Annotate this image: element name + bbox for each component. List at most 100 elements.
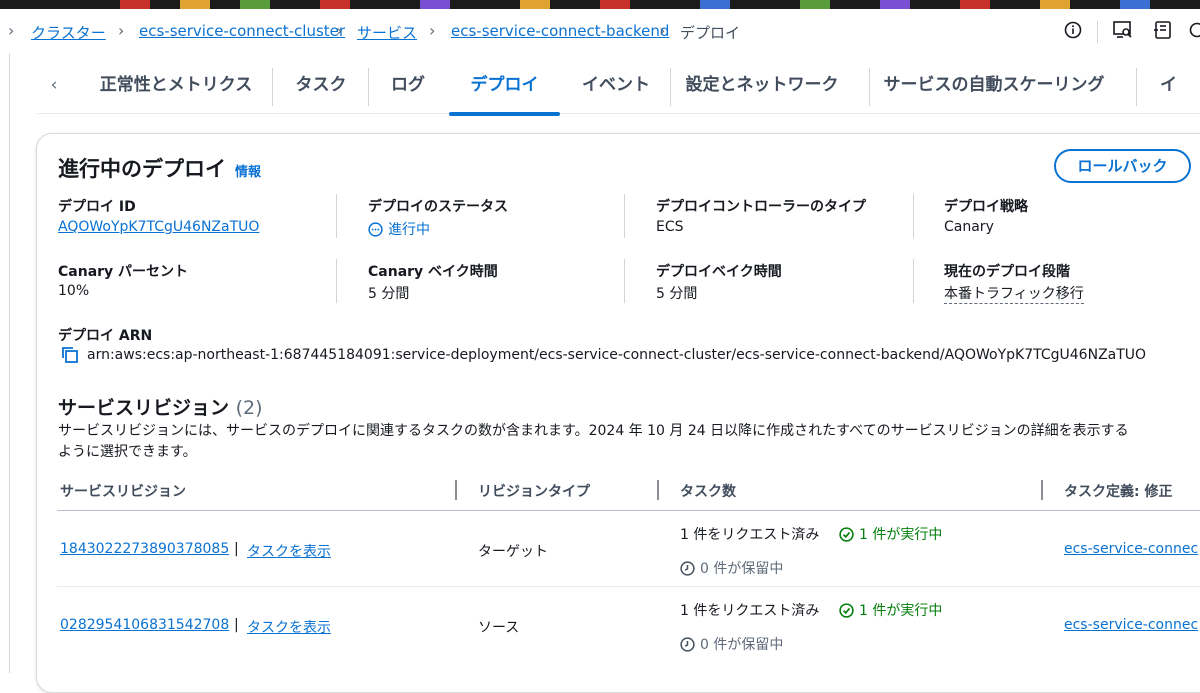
tab-configuration-networking[interactable]: 設定とネットワーク	[676, 62, 848, 114]
page-title: 進行中のデプロイ	[58, 153, 226, 183]
tab-deployments-label: デプロイ	[471, 75, 539, 95]
tab-truncated[interactable]: イ	[1156, 62, 1186, 114]
controller-type-value: ECS	[656, 219, 684, 235]
field-divider	[624, 194, 625, 238]
field-label-canary-percent: Canary パーセント	[58, 261, 188, 281]
revision-type: ソース	[478, 617, 519, 637]
field-label-canary-bake: Canary ベイク時間	[368, 261, 498, 281]
canary-bake-value: 5 分間	[368, 283, 409, 303]
info-circle-icon[interactable]	[1062, 21, 1084, 43]
tab-service-auto-scaling[interactable]: サービスの自動スケーリング	[876, 62, 1112, 114]
chevron-right-icon: ›	[336, 21, 342, 40]
tab-divider	[1136, 68, 1137, 106]
info-link[interactable]: 情報	[235, 161, 261, 180]
table-row-border	[57, 586, 1200, 587]
active-tab-indicator	[449, 112, 560, 116]
field-divider	[336, 259, 337, 303]
revisions-title-text: サービスリビジョン	[58, 397, 229, 419]
status-value: 進行中	[368, 219, 430, 239]
tab-events[interactable]: イベント	[566, 62, 666, 114]
field-label-status: デプロイのステータス	[368, 196, 508, 216]
canary-percent-value: 10%	[58, 283, 89, 299]
cell-separator: |	[234, 617, 239, 633]
arn-value: arn:aws:ecs:ap-northeast-1:687445184091:…	[87, 347, 1146, 363]
field-divider	[624, 259, 625, 303]
tab-bar: ‹ 正常性とメトリクス タスク ログ デプロイ イベント 設定とネットワーク サ…	[36, 62, 1200, 114]
pending-clock-icon	[680, 637, 695, 652]
deployment-id-link[interactable]: AQOWoYpK7TCgU46NZaTUO	[58, 219, 259, 235]
revisions-title: サービスリビジョン (2)	[58, 393, 263, 420]
chevron-right-icon: ›	[118, 21, 124, 40]
tasks-running-text: 1 件が実行中	[859, 527, 942, 543]
field-label-current-stage: 現在のデプロイ段階	[944, 261, 1070, 281]
tasks-requested: 1 件をリクエスト済み	[680, 524, 819, 544]
status-text: 進行中	[388, 222, 430, 238]
field-divider	[913, 194, 914, 238]
tab-deployments[interactable]: デプロイ	[449, 62, 560, 114]
success-check-icon	[839, 603, 854, 618]
tasks-pending: 0 件が保留中	[680, 558, 783, 578]
browser-top-strip	[0, 0, 1200, 9]
tab-tasks[interactable]: タスク	[276, 62, 366, 114]
view-tasks-link[interactable]: タスクを表示	[247, 541, 331, 561]
strategy-value: Canary	[944, 219, 994, 235]
field-label-strategy: デプロイ戦略	[944, 196, 1028, 216]
panel-icon[interactable]	[1152, 21, 1174, 43]
current-stage-value[interactable]: 本番トラフィック移行	[944, 283, 1084, 304]
breadcrumb-current: デプロイ	[680, 22, 740, 43]
breadcrumb-clusters[interactable]: クラスター	[31, 22, 106, 43]
column-resize-handle[interactable]	[455, 480, 457, 500]
success-check-icon	[839, 527, 854, 542]
tasks-requested: 1 件をリクエスト済み	[680, 600, 819, 620]
field-divider	[913, 259, 914, 303]
field-label-deployment-id: デプロイ ID	[58, 196, 136, 216]
column-resize-handle[interactable]	[1041, 480, 1043, 500]
breadcrumb-services[interactable]: サービス	[357, 22, 417, 43]
breadcrumb: › クラスター › ecs-service-connect-cluster › …	[0, 9, 1200, 54]
tab-divider	[869, 68, 870, 106]
task-definition-link[interactable]: ecs-service-connec	[1064, 617, 1198, 633]
field-label-controller-type: デプロイコントローラーのタイプ	[656, 196, 866, 216]
copy-icon[interactable]	[61, 346, 79, 368]
deployment-card: 進行中のデプロイ 情報 ロールバック デプロイ ID AQOWoYpK7TCgU…	[36, 133, 1200, 693]
deploy-bake-value: 5 分間	[656, 283, 697, 303]
rollback-button[interactable]: ロールバック	[1054, 149, 1191, 183]
settings-gear-icon[interactable]	[1186, 21, 1200, 43]
chevron-right-icon: ›	[659, 21, 665, 40]
task-definition-link[interactable]: ecs-service-connec	[1064, 541, 1198, 557]
chevron-right-icon: ›	[429, 21, 435, 40]
column-header-task-count[interactable]: タスク数	[680, 481, 736, 501]
breadcrumb-service-name[interactable]: ecs-service-connect-backend	[451, 22, 669, 40]
tasks-pending-text: 0 件が保留中	[700, 637, 783, 653]
cell-separator: |	[234, 541, 239, 557]
tab-divider	[670, 68, 671, 106]
revisions-description-1: サービスリビジョンには、サービスのデプロイに関連するタスクの数が含まれます。20…	[58, 420, 1129, 440]
tasks-running: 1 件が実行中	[839, 600, 942, 620]
tab-logs[interactable]: ログ	[372, 62, 444, 114]
column-header-revision[interactable]: サービスリビジョン	[60, 481, 186, 501]
tab-divider	[272, 68, 273, 106]
tasks-pending: 0 件が保留中	[680, 634, 783, 654]
revision-link[interactable]: 0282954106831542708	[60, 617, 229, 633]
chevron-right-icon: ›	[8, 21, 14, 40]
tab-divider	[368, 68, 369, 106]
revision-link[interactable]: 1843022273890378085	[60, 541, 229, 557]
revision-type: ターゲット	[478, 541, 548, 561]
pending-clock-icon	[680, 561, 695, 576]
breadcrumb-cluster-name[interactable]: ecs-service-connect-cluster	[139, 22, 345, 40]
tab-health-metrics[interactable]: 正常性とメトリクス	[84, 62, 268, 114]
field-divider	[336, 194, 337, 238]
revisions-description-2: ように選択できます。	[58, 441, 197, 461]
view-tasks-link[interactable]: タスクを表示	[247, 617, 331, 637]
column-resize-handle[interactable]	[657, 480, 659, 500]
in-progress-icon	[368, 222, 383, 237]
tasks-running: 1 件が実行中	[839, 524, 942, 544]
field-label-deploy-bake: デプロイベイク時間	[656, 261, 782, 281]
revisions-count: (2)	[236, 397, 263, 419]
table-header-border	[57, 510, 1200, 511]
tasks-pending-text: 0 件が保留中	[700, 561, 783, 577]
tab-scroll-left-icon[interactable]: ‹	[44, 62, 64, 114]
column-header-task-definition[interactable]: タスク定義: 修正	[1064, 481, 1172, 501]
column-header-type[interactable]: リビジョンタイプ	[478, 481, 590, 501]
screen-search-icon[interactable]	[1112, 21, 1134, 43]
